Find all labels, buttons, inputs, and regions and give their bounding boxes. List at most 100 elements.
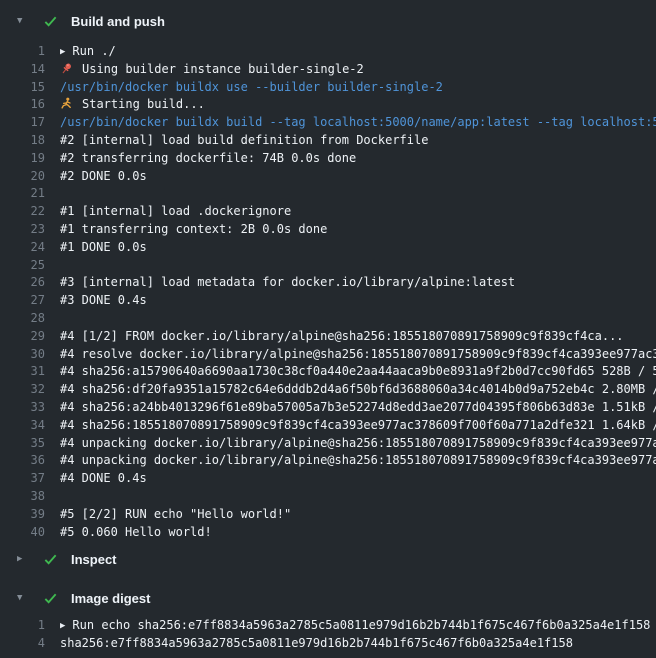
line-number[interactable]: 29 [0, 328, 45, 346]
log-line: 36 #4 unpacking docker.io/library/alpine… [0, 452, 656, 470]
line-number[interactable]: 35 [0, 435, 45, 453]
line-text: #4 unpacking docker.io/library/alpine@sh… [60, 452, 656, 470]
line-number[interactable]: 23 [0, 221, 45, 239]
log-text: #1 DONE 0.0s [60, 240, 147, 254]
line-number[interactable]: 25 [0, 257, 45, 275]
log-text: #4 sha256:185518070891758909c9f839cf4ca3… [60, 418, 656, 432]
line-number[interactable]: 40 [0, 524, 45, 542]
line-text: #4 unpacking docker.io/library/alpine@sh… [60, 435, 656, 453]
log-line: 20 #2 DONE 0.0s [0, 168, 656, 186]
log-text: /usr/bin/docker buildx use --builder bui… [60, 80, 443, 94]
line-number[interactable]: 20 [0, 168, 45, 186]
line-number[interactable]: 31 [0, 363, 45, 381]
log-text: #4 sha256:a15790640a6690aa1730c38cf0a440… [60, 364, 656, 378]
runner-icon [60, 97, 74, 114]
line-number[interactable]: 16 [0, 96, 45, 114]
line-number[interactable]: 21 [0, 185, 45, 203]
log-root: ▼ Build and push 1 ▶Run ./ 14 Using buil… [0, 8, 656, 653]
log-line: 21 [0, 185, 656, 203]
line-number[interactable]: 22 [0, 203, 45, 221]
log-line: 14 Using builder instance builder-single… [0, 61, 656, 79]
log-line: 27 #3 DONE 0.4s [0, 292, 656, 310]
line-text: /usr/bin/docker buildx use --builder bui… [60, 79, 656, 97]
log-text: #2 DONE 0.0s [60, 169, 147, 183]
section-header-build-and-push[interactable]: ▼ Build and push [0, 8, 656, 34]
log-text: #4 [1/2] FROM docker.io/library/alpine@s… [60, 329, 624, 343]
log-text: Run ./ [72, 44, 115, 58]
log-line: 18 #2 [internal] load build definition f… [0, 132, 656, 150]
line-number[interactable]: 15 [0, 79, 45, 97]
chevron-down-icon[interactable]: ▼ [17, 17, 31, 26]
log-line: 40 #5 0.060 Hello world! [0, 524, 656, 542]
line-text: #3 DONE 0.4s [60, 292, 656, 310]
line-number[interactable]: 26 [0, 274, 45, 292]
line-number[interactable]: 30 [0, 346, 45, 364]
line-text: #4 sha256:185518070891758909c9f839cf4ca3… [60, 417, 656, 435]
run-expander-icon[interactable]: ▶ [60, 618, 65, 635]
line-number[interactable]: 39 [0, 506, 45, 524]
log-line: 32 #4 sha256:df20fa9351a15782c64e6dddb2d… [0, 381, 656, 399]
log-text: #3 [internal] load metadata for docker.i… [60, 275, 515, 289]
chevron-right-icon[interactable]: ▶ [17, 555, 31, 564]
log-line: 38 [0, 488, 656, 506]
line-text [60, 310, 656, 328]
line-text [60, 257, 656, 275]
log-text: Run echo sha256:e7ff8834a5963a2785c5a081… [72, 618, 650, 632]
section-lines: 1 ▶ Run echo sha256:e7ff8834a5963a2785c5a… [0, 611, 656, 653]
log-line: 33 #4 sha256:a24bb4013296f61e89ba57005a7… [0, 399, 656, 417]
line-number[interactable]: 36 [0, 452, 45, 470]
success-check-icon [43, 552, 58, 567]
line-number[interactable]: 32 [0, 381, 45, 399]
log-line: 26 #3 [internal] load metadata for docke… [0, 274, 656, 292]
line-text: #2 [internal] load build definition from… [60, 132, 656, 150]
line-number[interactable]: 24 [0, 239, 45, 257]
line-text: #4 sha256:a24bb4013296f61e89ba57005a7b3e… [60, 399, 656, 417]
log-text: #2 [internal] load build definition from… [60, 133, 428, 147]
log-text: #4 DONE 0.4s [60, 471, 147, 485]
section-title: Inspect [71, 552, 117, 567]
line-text: #3 [internal] load metadata for docker.i… [60, 274, 656, 292]
line-number[interactable]: 4 [0, 635, 45, 653]
log-line: 15 /usr/bin/docker buildx use --builder … [0, 79, 656, 97]
line-text: /usr/bin/docker buildx build --tag local… [60, 114, 656, 132]
line-number[interactable]: 1 [0, 617, 45, 635]
pushpin-icon [60, 62, 74, 79]
line-number[interactable]: 37 [0, 470, 45, 488]
line-text [60, 185, 656, 203]
log-line: 31 #4 sha256:a15790640a6690aa1730c38cf0a… [0, 363, 656, 381]
line-number[interactable]: 1 [0, 43, 45, 61]
line-number[interactable]: 28 [0, 310, 45, 328]
log-line: 23 #1 transferring context: 2B 0.0s done [0, 221, 656, 239]
log-line: 19 #2 transferring dockerfile: 74B 0.0s … [0, 150, 656, 168]
log-text: #4 sha256:a24bb4013296f61e89ba57005a7b3e… [60, 400, 656, 414]
log-line: 17 /usr/bin/docker buildx build --tag lo… [0, 114, 656, 132]
line-number[interactable]: 34 [0, 417, 45, 435]
line-number[interactable]: 38 [0, 488, 45, 506]
log-text: #4 resolve docker.io/library/alpine@sha2… [60, 347, 656, 361]
line-text: #4 DONE 0.4s [60, 470, 656, 488]
run-expander-icon[interactable]: ▶ [60, 44, 65, 61]
line-number[interactable]: 14 [0, 61, 45, 79]
section-header-image-digest[interactable]: ▼ Image digest [0, 585, 656, 611]
section-header-inspect[interactable]: ▶ Inspect [0, 546, 656, 572]
log-line: 35 #4 unpacking docker.io/library/alpine… [0, 435, 656, 453]
chevron-down-icon[interactable]: ▼ [17, 594, 31, 603]
line-text: #4 resolve docker.io/library/alpine@sha2… [60, 346, 656, 364]
line-number[interactable]: 27 [0, 292, 45, 310]
log-text: Using builder instance builder-single-2 [82, 62, 364, 76]
log-line: 34 #4 sha256:185518070891758909c9f839cf4… [0, 417, 656, 435]
log-line: 24 #1 DONE 0.0s [0, 239, 656, 257]
log-section-image-digest: ▼ Image digest 1 ▶ Run echo sha256:e7ff88… [0, 585, 656, 653]
line-text: ▶ Run ./ [60, 43, 656, 61]
line-text: #1 [internal] load .dockerignore [60, 203, 656, 221]
log-line: 22 #1 [internal] load .dockerignore [0, 203, 656, 221]
line-text: #4 [1/2] FROM docker.io/library/alpine@s… [60, 328, 656, 346]
line-number[interactable]: 19 [0, 150, 45, 168]
line-number[interactable]: 18 [0, 132, 45, 150]
line-text: #2 DONE 0.0s [60, 168, 656, 186]
log-line: 4 sha256:e7ff8834a5963a2785c5a0811e979d1… [0, 635, 656, 653]
section-title: Build and push [71, 14, 165, 29]
line-number[interactable]: 33 [0, 399, 45, 417]
line-number[interactable]: 17 [0, 114, 45, 132]
log-line: 1 ▶ Run ./ [0, 43, 656, 61]
